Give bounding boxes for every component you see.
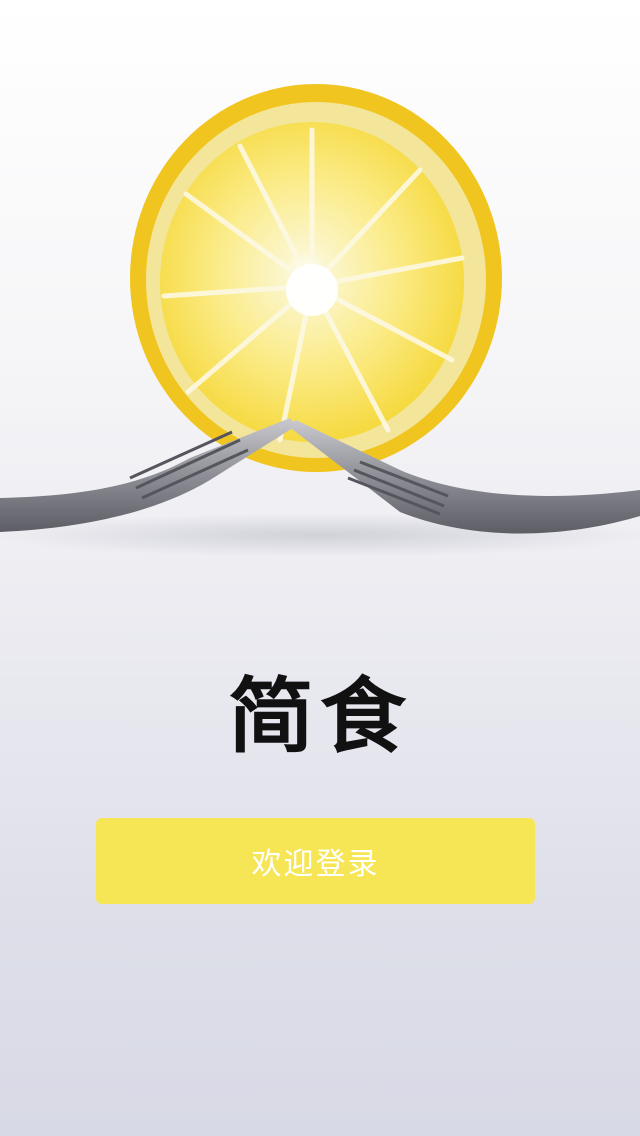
welcome-screen: 简食 欢迎登录 xyxy=(0,0,640,1136)
login-button[interactable]: 欢迎登录 xyxy=(96,818,535,904)
hero-image xyxy=(0,84,640,557)
login-button-label: 欢迎登录 xyxy=(251,847,380,882)
app-title: 简食 xyxy=(228,669,412,765)
